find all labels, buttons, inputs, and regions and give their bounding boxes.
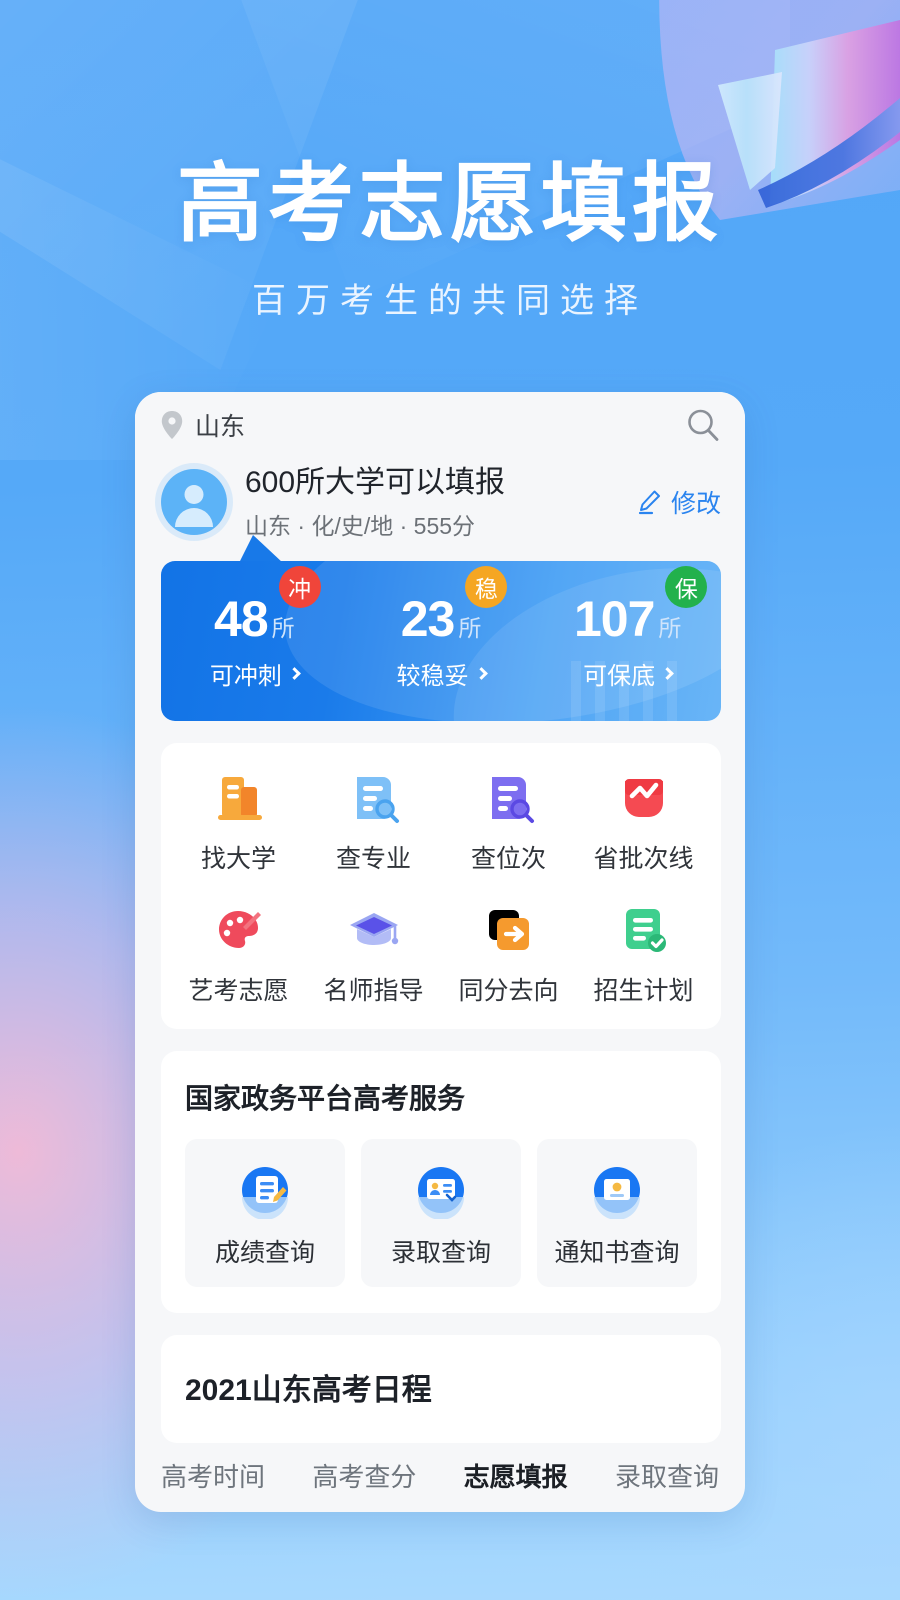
schedule-tab-bar: 高考时间 高考查分 志愿填报 录取查询 [135, 1457, 745, 1494]
schedule-title: 2021山东高考日程 [185, 1373, 432, 1407]
notice-query-icon [594, 1166, 640, 1219]
gov-item-label: 成绩查询 [214, 1238, 315, 1267]
grid-item-label: 查位次 [470, 844, 546, 873]
app-preview-card: 山东 600所大学可以填报 山东 · 化/史/地 · 555分 修改 48 所 … [135, 392, 745, 1512]
chevron-right-icon [661, 667, 675, 680]
stat-link-bao[interactable]: 可保底 [534, 656, 721, 691]
stat-badge-bao: 保 [665, 566, 708, 608]
grid-item-label: 查专业 [335, 844, 411, 873]
stat-link-wen[interactable]: 较稳妥 [348, 656, 535, 691]
user-avatar-icon[interactable] [161, 469, 227, 536]
stat-value-group: 107 所 保 [573, 566, 708, 648]
stat-item-chong[interactable]: 48 所 冲 可冲刺 [161, 566, 348, 691]
grid-item-same-score-destination[interactable]: 同分去向 [441, 901, 576, 1007]
chevron-right-icon [287, 667, 301, 680]
grid-item-find-university[interactable]: 找大学 [171, 769, 306, 875]
avatar-head [184, 485, 204, 505]
gov-item-admission-query[interactable]: 录取查询 [361, 1138, 521, 1287]
feature-grid: 找大学 查专业 查位次 省批次线 艺考志愿 名师指导 同分去向 招生计划 [171, 769, 711, 1007]
stats-banner-wrapper: 48 所 冲 可冲刺 23 所 稳 较稳妥 107 所 保 可保底 [161, 534, 721, 721]
stat-link-label: 可保底 [583, 663, 656, 690]
profile-title: 600所大学可以填报 [245, 466, 506, 499]
avatar-body [175, 508, 213, 528]
tab-exam-time[interactable]: 高考时间 [161, 1457, 265, 1494]
grid-item-label: 同分去向 [458, 976, 559, 1005]
admission-query-icon [418, 1166, 464, 1219]
building-orange-icon [217, 776, 262, 820]
grid-item-label: 艺考志愿 [188, 976, 289, 1005]
schedule-card: 2021山东高考日程 [161, 1334, 721, 1443]
profile-text: 600所大学可以填报 山东 · 化/史/地 · 555分 [245, 464, 637, 541]
gov-services-title: 国家政务平台高考服务 [185, 1082, 466, 1114]
edit-profile-button[interactable]: 修改 [637, 484, 721, 520]
stat-value-group: 48 所 冲 [214, 566, 321, 648]
palette-red-icon [218, 910, 261, 948]
hero-section: 高考志愿填报 百万考生的共同选择 [0, 158, 900, 322]
page-subtitle: 百万考生的共同选择 [252, 281, 648, 320]
grid-item-find-rank[interactable]: 查位次 [441, 769, 576, 875]
gov-item-label: 录取查询 [390, 1238, 491, 1267]
document-search-purple-icon [491, 776, 534, 823]
gov-item-score-query[interactable]: 成绩查询 [185, 1138, 345, 1287]
graduation-cap-purple-icon [349, 912, 398, 945]
grid-item-teacher-guidance[interactable]: 名师指导 [306, 901, 441, 1007]
profile-meta: 山东 · 化/史/地 · 555分 [245, 512, 476, 539]
stat-link-label: 较稳妥 [396, 663, 469, 690]
grid-item-province-cutoff[interactable]: 省批次线 [576, 769, 711, 875]
stat-badge-wen: 稳 [465, 566, 508, 608]
tab-score-query[interactable]: 高考查分 [312, 1457, 416, 1494]
pencil-edit-icon [638, 490, 660, 515]
edit-profile-label: 修改 [670, 490, 721, 519]
stat-link-chong[interactable]: 可冲刺 [161, 656, 348, 691]
stat-unit: 所 [271, 615, 295, 641]
stat-link-label: 可冲刺 [209, 663, 282, 690]
grid-item-label: 省批次线 [593, 844, 694, 873]
stat-item-bao[interactable]: 107 所 保 可保底 [534, 566, 721, 691]
document-search-blue-icon [356, 776, 399, 823]
gov-item-notice-query[interactable]: 通知书查询 [537, 1138, 697, 1287]
gov-services-grid: 成绩查询 录取查询 通知书查询 [185, 1138, 697, 1287]
profile-row: 600所大学可以填报 山东 · 化/史/地 · 555分 修改 [135, 458, 745, 555]
checklist-green-icon [625, 908, 666, 952]
grid-item-label: 找大学 [200, 844, 276, 873]
stats-banner: 48 所 冲 可冲刺 23 所 稳 较稳妥 107 所 保 可保底 [161, 560, 721, 721]
stat-item-wen[interactable]: 23 所 稳 较稳妥 [348, 566, 535, 691]
arrow-right-orange-icon [488, 909, 529, 950]
stat-unit: 所 [458, 615, 482, 641]
stat-value-group: 23 所 稳 [400, 566, 508, 648]
search-icon[interactable] [685, 407, 721, 443]
stats-banner-pointer [239, 534, 283, 563]
stat-value: 23 [400, 591, 456, 647]
tab-application[interactable]: 志愿填报 [464, 1457, 568, 1494]
gov-services-card: 国家政务平台高考服务 成绩查询 录取查询 通知书查询 [161, 1050, 721, 1313]
score-query-icon [242, 1166, 288, 1219]
stat-unit: 所 [658, 615, 682, 641]
location-label[interactable]: 山东 [195, 407, 245, 443]
location-pin-icon [161, 411, 183, 439]
chart-line-red-icon [624, 778, 663, 817]
tab-admission-query[interactable]: 录取查询 [615, 1457, 719, 1494]
grid-item-label: 名师指导 [323, 976, 424, 1005]
grid-item-find-major[interactable]: 查专业 [306, 769, 441, 875]
feature-grid-card: 找大学 查专业 查位次 省批次线 艺考志愿 名师指导 同分去向 招生计划 [161, 742, 721, 1029]
grid-item-label: 招生计划 [593, 976, 694, 1005]
search-bar: 山东 [135, 392, 745, 458]
gov-item-label: 通知书查询 [554, 1238, 680, 1267]
stat-value: 48 [214, 591, 269, 647]
stat-badge-chong: 冲 [278, 566, 321, 608]
grid-item-art-application[interactable]: 艺考志愿 [171, 901, 306, 1007]
chevron-right-icon [474, 667, 488, 680]
stat-value: 107 [573, 591, 655, 647]
page-title: 高考志愿填报 [177, 156, 723, 252]
grid-item-enrollment-plan[interactable]: 招生计划 [576, 901, 711, 1007]
